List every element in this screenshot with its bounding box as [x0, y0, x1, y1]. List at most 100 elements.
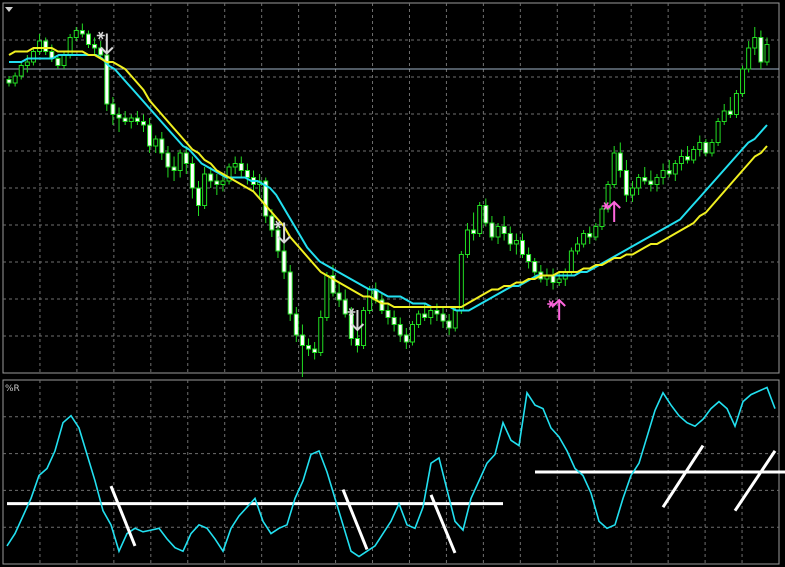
candle-body: [140, 121, 146, 126]
candle-body: [709, 142, 715, 154]
candle-body: [568, 250, 574, 273]
candle-body: [740, 68, 746, 94]
candle-body: [397, 324, 403, 336]
candle-body: [507, 233, 513, 245]
candle-body: [550, 275, 556, 283]
candle-body: [287, 271, 293, 315]
candle-body: [293, 313, 299, 336]
candle-body: [746, 47, 752, 70]
indicator-label: %R: [5, 384, 20, 394]
candle-body: [519, 240, 525, 255]
candle-body: [342, 299, 348, 315]
candle-body: [391, 317, 397, 325]
candle-body: [648, 180, 654, 185]
candle-body: [678, 156, 684, 164]
candle-body: [275, 229, 281, 252]
candle-body: [312, 348, 318, 353]
candle-body: [177, 152, 183, 171]
candle-body: [434, 310, 440, 315]
candle-body: [244, 170, 250, 178]
candle-body: [428, 310, 434, 318]
chart-background: [0, 0, 785, 567]
candle-body: [672, 163, 678, 175]
candle-body: [630, 187, 636, 196]
candle-body: [764, 44, 770, 63]
candle-body: [116, 114, 122, 119]
candle-body: [299, 334, 305, 346]
candle-body: [165, 152, 171, 168]
candle-body: [721, 110, 727, 122]
candle-body: [452, 310, 458, 329]
candle-body: [79, 30, 85, 35]
candle-body: [37, 40, 43, 52]
candle-body: [318, 317, 324, 353]
candle-body: [611, 152, 617, 185]
candle-body: [183, 152, 189, 164]
candle-body: [202, 173, 208, 206]
candle-body: [758, 37, 764, 63]
candle-body: [440, 313, 446, 322]
candle-body: [697, 142, 703, 150]
candle-body: [324, 275, 330, 318]
candle-body: [526, 254, 532, 262]
candle-body: [85, 33, 91, 45]
candle-body: [691, 149, 697, 161]
candle-body: [367, 289, 373, 311]
candle-body: [385, 310, 391, 318]
candle-body: [477, 205, 483, 234]
candle-body: [636, 177, 642, 189]
candle-body: [593, 226, 599, 238]
candle-body: [61, 54, 67, 66]
candle-body: [501, 226, 507, 234]
candle-body: [617, 152, 623, 171]
candle-body: [24, 61, 30, 66]
candle-body: [422, 313, 428, 318]
candle-body: [159, 138, 165, 154]
candle-body: [208, 173, 214, 182]
candle-body: [666, 170, 672, 175]
candle-body: [532, 261, 538, 273]
candle-body: [189, 163, 195, 189]
candle-body: [110, 103, 116, 115]
candle-body: [281, 250, 287, 273]
candle-body: [122, 117, 128, 122]
candle-body: [727, 110, 733, 115]
candle-body: [220, 180, 226, 185]
candle-body: [587, 233, 593, 238]
candle-body: [752, 37, 758, 49]
candle-body: [715, 121, 721, 143]
candle-body: [599, 208, 605, 227]
candle-body: [581, 233, 587, 245]
candle-body: [416, 313, 422, 325]
candle-body: [269, 215, 275, 231]
candle-body: [196, 187, 201, 206]
candle-body: [232, 163, 238, 168]
candle-body: [458, 254, 464, 311]
candle-body: [354, 338, 360, 346]
candle-body: [55, 58, 61, 66]
candle-body: [654, 177, 660, 185]
candle-body: [409, 324, 415, 343]
candle-body: [214, 180, 220, 185]
candle-body: [575, 243, 580, 252]
candle-body: [464, 229, 470, 255]
candle-body: [134, 117, 140, 122]
candle-body: [18, 65, 24, 77]
candle-body: [483, 205, 489, 224]
candle-body: [471, 229, 477, 234]
candle-body: [43, 40, 49, 52]
candle-body: [660, 170, 666, 178]
candle-body: [6, 79, 12, 84]
trading-chart: %R: [0, 0, 785, 567]
candle-body: [703, 142, 709, 154]
candle-body: [623, 170, 629, 196]
candle-body: [361, 310, 367, 346]
candle-body: [489, 222, 495, 238]
candle-body: [513, 240, 519, 245]
candle-body: [73, 30, 79, 38]
candle-body: [30, 51, 36, 63]
candle-body: [238, 163, 244, 171]
candle-body: [556, 278, 562, 283]
candle-body: [306, 345, 312, 350]
candle-body: [128, 117, 134, 122]
